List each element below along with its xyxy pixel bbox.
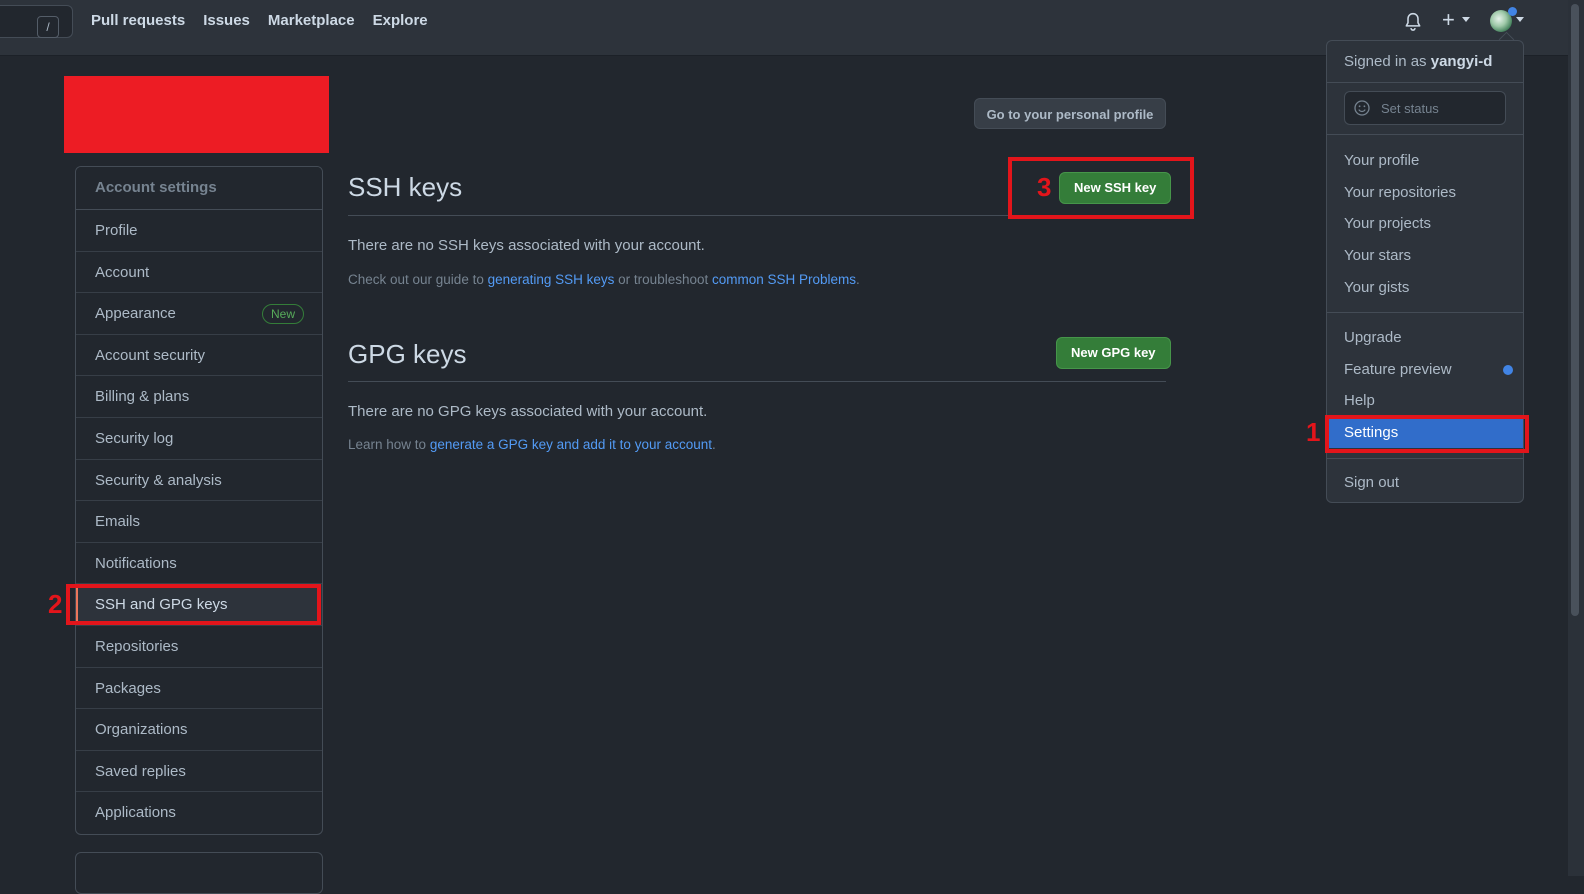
ssh-keys-title: SSH keys [348, 172, 463, 202]
sidebar-item-packages[interactable]: Packages [76, 668, 322, 710]
smiley-icon [1354, 100, 1370, 116]
menu-item-your-gists[interactable]: Your gists [1327, 272, 1523, 303]
settings-sidebar: Account settings Profile Account Appeara… [75, 166, 323, 835]
divider [1327, 134, 1523, 135]
divider [1327, 458, 1523, 459]
go-to-profile-button[interactable]: Go to your personal profile [974, 98, 1166, 129]
new-badge: New [261, 304, 304, 325]
sidebar-heading: Account settings [76, 167, 322, 210]
annotation-number-3: 3 [1037, 172, 1052, 202]
menu-item-sign-out[interactable]: Sign out [1327, 467, 1523, 498]
feature-preview-dot-icon [1503, 365, 1513, 375]
annotation-box-new-ssh [1008, 157, 1194, 219]
bell-icon[interactable] [1404, 12, 1422, 32]
search-input[interactable]: / [0, 5, 73, 38]
nav-marketplace[interactable]: Marketplace [268, 12, 355, 29]
sidebar-item-label: Applications [95, 804, 176, 822]
gpg-help-note: Learn how to generate a GPG key and add … [348, 437, 716, 452]
sidebar-item-billing[interactable]: Billing & plans [76, 376, 322, 418]
sidebar-item-label: Account security [95, 346, 206, 364]
note-text: . [712, 437, 716, 452]
sidebar-item-label: Billing & plans [95, 388, 190, 406]
search-shortcut-key: / [37, 16, 59, 38]
menu-item-upgrade[interactable]: Upgrade [1327, 322, 1523, 353]
sidebar-item-notifications[interactable]: Notifications [76, 543, 322, 585]
sidebar-item-label: Packages [95, 679, 161, 697]
scrollbar-thumb[interactable] [1571, 4, 1579, 616]
sidebar-item-label: Profile [95, 222, 138, 239]
set-status-placeholder: Set status [1381, 101, 1439, 116]
sidebar-item-saved-replies[interactable]: Saved replies [76, 751, 322, 793]
sidebar-item-label: Saved replies [95, 762, 186, 780]
sidebar-item-account[interactable]: Account [76, 252, 322, 294]
menu-item-your-stars[interactable]: Your stars [1327, 240, 1523, 271]
redacted-avatar-area [64, 76, 329, 153]
ssh-empty-message: There are no SSH keys associated with yo… [348, 237, 705, 254]
username: yangyi-d [1430, 53, 1493, 70]
sidebar-item-label: Repositories [95, 637, 179, 655]
annotation-box-settings [1325, 415, 1529, 453]
sidebar-item-label: Appearance [95, 305, 176, 323]
note-text: or troubleshoot [614, 272, 712, 287]
menu-item-your-repositories[interactable]: Your repositories [1327, 177, 1523, 208]
menu-item-your-profile[interactable]: Your profile [1327, 145, 1523, 176]
notification-dot-icon [1508, 7, 1517, 16]
chevron-down-icon[interactable] [1516, 17, 1524, 22]
annotation-number-1: 1 [1306, 417, 1321, 447]
sidebar-item-label: Emails [95, 513, 141, 531]
set-status-button[interactable]: Set status [1344, 91, 1506, 125]
sidebar-item-label: Security log [95, 429, 174, 447]
signed-in-label: Signed in as yangyi-d [1344, 53, 1492, 70]
sidebar-item-emails[interactable]: Emails [76, 501, 322, 543]
sidebar-item-label: Account [95, 263, 150, 281]
note-text: Learn how to [348, 437, 430, 452]
menu-item-feature-preview[interactable]: Feature preview [1327, 354, 1523, 385]
sidebar-item-account-security[interactable]: Account security [76, 335, 322, 377]
annotation-number-2: 2 [48, 589, 63, 619]
sidebar-item-appearance[interactable]: Appearance New [76, 293, 322, 335]
note-text: . [856, 272, 860, 287]
sidebar-item-label: Notifications [95, 554, 177, 572]
common-ssh-problems-link[interactable]: common SSH Problems [712, 272, 856, 287]
ssh-help-note: Check out our guide to generating SSH ke… [348, 272, 860, 287]
sidebar-item-applications[interactable]: Applications [76, 792, 322, 834]
plus-icon[interactable]: + [1442, 9, 1455, 31]
secondary-sidebar-box [75, 852, 323, 894]
sidebar-item-repositories[interactable]: Repositories [76, 626, 322, 668]
annotation-box-ssh-gpg [66, 584, 321, 625]
nav-pull-requests[interactable]: Pull requests [91, 12, 185, 29]
sidebar-item-label: Security & analysis [95, 471, 222, 489]
sidebar-item-profile[interactable]: Profile [76, 210, 322, 252]
nav-issues[interactable]: Issues [203, 12, 250, 29]
sidebar-item-organizations[interactable]: Organizations [76, 709, 322, 751]
gpg-keys-title: GPG keys [348, 339, 467, 369]
menu-item-your-projects[interactable]: Your projects [1327, 208, 1523, 239]
divider [1327, 82, 1523, 83]
note-text: Check out our guide to [348, 272, 488, 287]
nav-explore[interactable]: Explore [373, 12, 428, 29]
generating-ssh-keys-link[interactable]: generating SSH keys [488, 272, 615, 287]
generate-gpg-key-link[interactable]: generate a GPG key and add it to your ac… [430, 437, 712, 452]
gpg-empty-message: There are no GPG keys associated with yo… [348, 403, 708, 420]
sidebar-item-security-analysis[interactable]: Security & analysis [76, 460, 322, 502]
sidebar-item-security-log[interactable]: Security log [76, 418, 322, 460]
chevron-down-icon[interactable] [1462, 17, 1470, 22]
divider [348, 381, 1166, 382]
new-gpg-key-button[interactable]: New GPG key [1056, 337, 1171, 369]
menu-item-help[interactable]: Help [1327, 385, 1523, 416]
signed-in-text: Signed in as [1344, 53, 1431, 70]
sidebar-item-label: Organizations [95, 721, 188, 739]
top-nav: Pull requests Issues Marketplace Explore [91, 12, 428, 29]
menu-item-label: Feature preview [1344, 361, 1452, 378]
divider [1327, 312, 1523, 313]
